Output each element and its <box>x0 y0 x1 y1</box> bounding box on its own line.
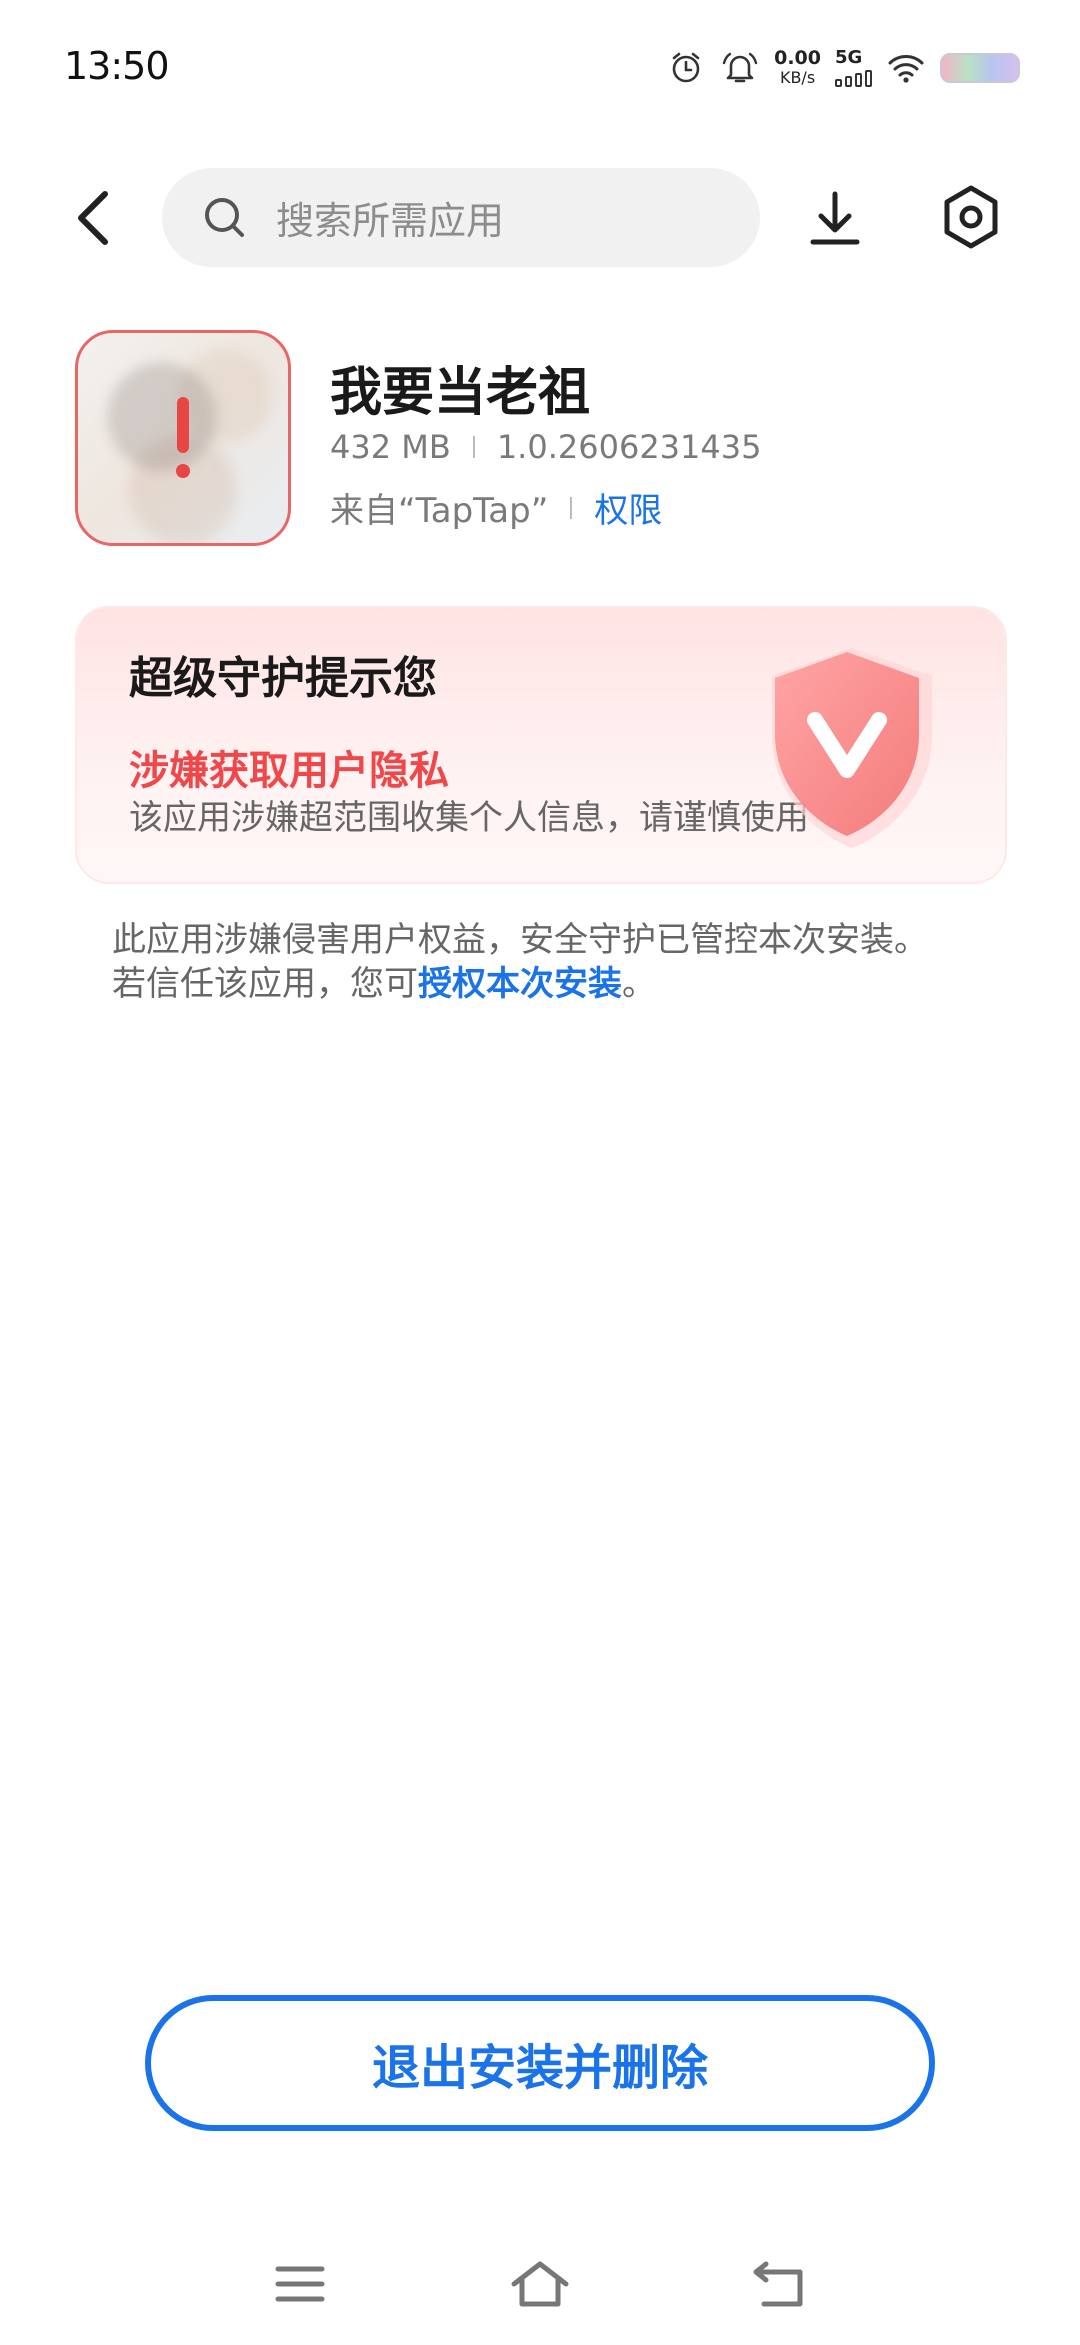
home-icon <box>511 2261 569 2307</box>
install-guard-screen: 13:50 0.00 KB/s 5G 搜索所需应用 我要当老祖 432 MB 1… <box>0 0 1080 2345</box>
back-button[interactable] <box>60 185 126 251</box>
battery-icon <box>940 53 1020 83</box>
back-arrow-icon <box>78 191 108 245</box>
network-speed-unit: KB/s <box>779 68 816 87</box>
download-button[interactable] <box>800 183 870 253</box>
signal-bars-icon <box>835 69 872 87</box>
nav-back-button[interactable] <box>745 2254 815 2314</box>
meta-divider <box>472 436 475 458</box>
app-icon <box>75 330 291 546</box>
search-input[interactable]: 搜索所需应用 <box>162 168 760 267</box>
nav-menu-button[interactable] <box>265 2254 335 2314</box>
warning-description: 该应用涉嫌超范围收集个人信息，请谨慎使用 <box>129 798 809 838</box>
search-icon <box>200 192 252 244</box>
security-warning-card: 超级守护提示您 涉嫌获取用户隐私 该应用涉嫌超范围收集个人信息，请谨慎使用 <box>75 606 1007 884</box>
exit-and-delete-button[interactable]: 退出安装并删除 <box>145 1995 935 2131</box>
top-toolbar: 搜索所需应用 <box>0 165 1080 270</box>
status-bar: 13:50 0.00 KB/s 5G <box>0 0 1080 130</box>
app-source-row: 来自“TapTap” 权限 <box>330 483 662 532</box>
warning-title: 超级守护提示您 <box>129 653 437 704</box>
settings-icon <box>944 185 998 249</box>
search-placeholder: 搜索所需应用 <box>276 199 505 243</box>
status-time: 13:50 <box>64 44 170 88</box>
network-type-label: 5G <box>835 47 863 68</box>
settings-button[interactable] <box>935 181 1007 253</box>
app-size: 432 MB <box>330 428 451 466</box>
app-version: 1.0.2606231435 <box>496 428 762 466</box>
wifi-icon <box>886 48 926 88</box>
install-notice: 此应用涉嫌侵害用户权益，安全守护已管控本次安装。若信任该应用，您可授权本次安装。 <box>112 918 957 1006</box>
network-speed: 0.00 KB/s <box>774 48 821 88</box>
app-name: 我要当老祖 <box>330 363 591 423</box>
warning-risk: 涉嫌获取用户隐私 <box>129 748 449 794</box>
notification-bell-icon <box>720 48 760 88</box>
cell-signal: 5G <box>835 49 872 87</box>
exclamation-alert-icon <box>176 397 190 478</box>
shield-icon <box>772 648 932 848</box>
alarm-icon <box>666 48 706 88</box>
status-icons: 0.00 KB/s 5G <box>666 46 1020 90</box>
navigation-bar <box>0 2240 1080 2330</box>
nav-home-button[interactable] <box>505 2254 575 2314</box>
notice-end: 。 <box>622 964 656 1004</box>
network-speed-value: 0.00 <box>774 47 821 69</box>
app-meta: 432 MB 1.0.2606231435 <box>330 428 761 466</box>
permissions-link[interactable]: 权限 <box>594 483 662 532</box>
authorize-install-link[interactable]: 授权本次安装 <box>418 964 622 1004</box>
menu-icon <box>275 2266 325 2302</box>
app-source: 来自“TapTap” <box>330 491 549 531</box>
download-icon <box>810 191 860 245</box>
source-divider <box>570 496 573 519</box>
back-icon <box>753 2261 803 2307</box>
